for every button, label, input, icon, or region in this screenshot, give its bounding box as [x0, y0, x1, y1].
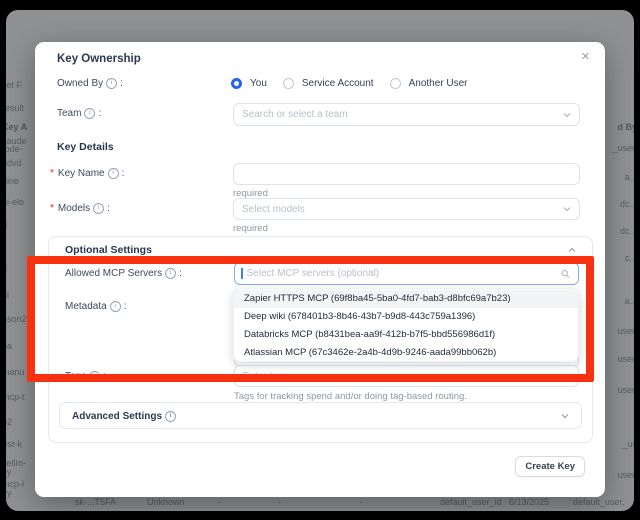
- search-icon: [561, 269, 570, 278]
- mcp-dropdown-option[interactable]: Atlassian MCP (67c3462e-2a4b-4d9b-9246-a…: [234, 344, 578, 362]
- info-icon: i: [165, 411, 176, 422]
- info-icon: i: [93, 203, 104, 214]
- bg-table-fragment: -: [360, 497, 363, 507]
- bg-table-fragment: a...: [624, 172, 634, 182]
- bg-table-fragment: ni: [6, 290, 9, 300]
- info-icon: i: [89, 371, 100, 382]
- owned-by-label: Owned By i :: [57, 78, 123, 89]
- chevron-down-icon: [563, 112, 571, 117]
- info-icon: i: [106, 78, 117, 89]
- key-details-heading: Key Details: [57, 141, 114, 153]
- bg-table-fragment: d: [6, 263, 7, 273]
- chevron-down-icon: [563, 207, 571, 212]
- bg-table-fragment: ddvd: [6, 158, 22, 168]
- key-name-label: * Key Name i :: [50, 168, 124, 179]
- bg-table-fragment: user,: [617, 354, 634, 364]
- team-label: Team i :: [57, 108, 101, 119]
- bg-table-fragment: default_user,: [573, 497, 625, 507]
- info-icon: i: [84, 108, 95, 119]
- bg-table-fragment: mcp-t: [6, 392, 25, 402]
- radio-you[interactable]: [231, 78, 242, 89]
- mcp-servers-input[interactable]: Select MCP servers (optional): [234, 262, 579, 285]
- bg-table-fragment: 6/13/2025: [509, 497, 549, 507]
- owned-by-radio-group: You Service Account Another User: [231, 78, 476, 89]
- mcp-dropdown-option[interactable]: Databricks MCP (b8431bea-aa9f-412b-b7f5-…: [234, 326, 578, 344]
- bg-table-fragment: oa: [6, 341, 12, 351]
- bg-table-fragment: result: [6, 103, 24, 113]
- bg-table-fragment: _user,: [612, 143, 634, 153]
- bg-table-fragment: Key A: [6, 122, 27, 132]
- close-icon[interactable]: ✕: [581, 50, 590, 63]
- bg-table-fragment: c...: [625, 253, 634, 263]
- team-select[interactable]: Search or select a team: [233, 103, 580, 126]
- bg-table-fragment: Unknown: [147, 497, 185, 507]
- mcp-dropdown-option[interactable]: Zapier HTTPS MCP (69f8ba45-5ba0-4fd7-bab…: [234, 290, 578, 308]
- bg-table-fragment: d By: [617, 122, 634, 132]
- chevron-down-icon: [562, 374, 570, 379]
- radio-another-user[interactable]: [390, 78, 401, 89]
- create-key-button[interactable]: Create Key: [515, 456, 585, 477]
- chevron-down-icon: [561, 414, 569, 419]
- models-select[interactable]: Select models: [233, 198, 580, 220]
- info-icon: i: [165, 268, 176, 279]
- bg-table-fragment: -: [278, 497, 281, 507]
- mcp-server-dropdown: Zapier HTTPS MCP (69f8ba45-5ba0-4fd7-bab…: [233, 288, 579, 362]
- bg-table-fragment: dc...: [620, 199, 634, 209]
- radio-service-account[interactable]: [283, 78, 294, 89]
- tags-select[interactable]: Enter tags: [234, 365, 579, 387]
- bg-table-fragment: ason2: [6, 314, 27, 324]
- radio-you-label[interactable]: You: [250, 78, 267, 89]
- bg-table-fragment: ey: [6, 467, 12, 477]
- bg-table-fragment: ey: [6, 488, 12, 498]
- models-required-note: required: [233, 223, 268, 234]
- bg-table-fragment: _us: [622, 439, 634, 449]
- metadata-label: Metadata i :: [65, 301, 126, 312]
- text-cursor: [241, 268, 243, 279]
- bg-table-fragment: default_user_id: [440, 497, 502, 507]
- tags-label: Tags i :: [65, 371, 106, 382]
- create-key-modal: Key Ownership ✕ Owned By i : You Service…: [35, 42, 605, 497]
- tags-help-text: Tags for tracking spend and/or doing tag…: [234, 391, 467, 402]
- info-icon: i: [110, 301, 121, 312]
- advanced-settings-panel[interactable]: Advanced Settings i: [59, 402, 582, 429]
- optional-settings-heading[interactable]: Optional Settings: [65, 244, 152, 256]
- bg-table-fragment: nine: [6, 176, 19, 186]
- bg-table-fragment: set F: [6, 80, 22, 90]
- key-name-input[interactable]: [233, 163, 580, 185]
- bg-table-fragment: user,: [617, 470, 634, 480]
- mcp-servers-label: Allowed MCP Servers i :: [65, 268, 182, 279]
- chevron-up-icon[interactable]: [568, 248, 576, 253]
- radio-another-user-label[interactable]: Another User: [409, 78, 468, 89]
- bg-table-fragment: -: [218, 497, 221, 507]
- advanced-settings-label: Advanced Settings i: [72, 411, 176, 422]
- radio-service-account-label[interactable]: Service Account: [302, 78, 374, 89]
- bg-table-fragment: a...: [624, 296, 634, 306]
- bg-table-fragment: o2: [6, 417, 12, 427]
- info-icon: i: [108, 168, 119, 179]
- bg-table-fragment: ni-elo: [6, 197, 24, 207]
- models-label: * Models i :: [50, 203, 110, 214]
- bg-table-fragment: sk-...T5FA: [75, 497, 116, 507]
- bg-table-fragment: user,: [617, 385, 634, 395]
- bg-table-fragment: d: [6, 220, 7, 230]
- bg-table-fragment: test-k: [6, 439, 22, 449]
- bg-table-fragment: dc...: [620, 226, 634, 236]
- bg-table-fragment: manu: [6, 367, 25, 377]
- bg-table-fragment: code-: [6, 144, 23, 154]
- modal-title: Key Ownership: [57, 53, 141, 65]
- mcp-dropdown-option[interactable]: Deep wiki (678401b3-8b46-43b7-b9d8-443c7…: [234, 308, 578, 326]
- bg-table-fragment: user,: [617, 326, 634, 336]
